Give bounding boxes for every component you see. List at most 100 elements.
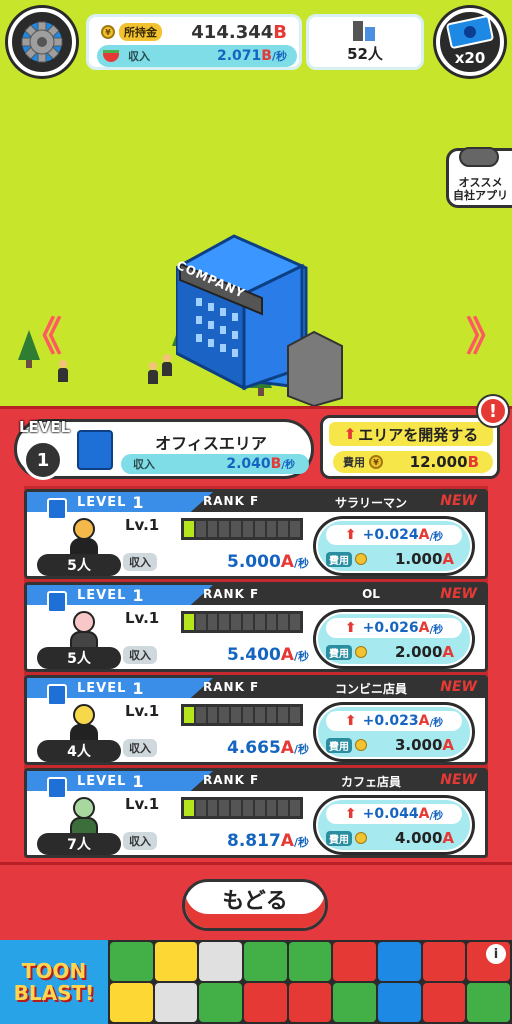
top-bar: ¥ 所持金 414.344B 収入 2.071B/秒 52人 x20	[0, 0, 512, 82]
job-name: サラリーマン	[334, 496, 407, 510]
next-area-arrow[interactable]: 》	[466, 304, 506, 362]
arrow-up-icon: ⬆	[343, 425, 357, 443]
building-people-icon	[353, 20, 377, 41]
ticket-icon	[445, 14, 495, 50]
area-header: LEVEL 1 オフィスエリア 収入 2.040B/秒 ⬆ エリアを開発する 費用…	[0, 406, 512, 486]
arrow-up-icon: ⬆	[344, 527, 357, 543]
pedestrian-icon	[162, 354, 172, 376]
job-list-inner[interactable]: LEVEL 1 RANK F サラリーマン NEW 5人 Lv.1 収入 5.000A/秒 ⬆ +0…	[24, 486, 488, 858]
upgrade-cost: 費用 2.000A	[326, 642, 462, 662]
building-cube-icon	[47, 777, 67, 799]
yen-coin-icon	[355, 832, 367, 844]
job-header: LEVEL 1 RANK F OL NEW	[27, 585, 485, 605]
progress-segment	[290, 521, 300, 537]
progress-segment	[231, 707, 241, 723]
money-panel: ¥ 所持金 414.344B 収入 2.071B/秒	[86, 14, 302, 70]
job-rank: RANK F	[203, 773, 260, 787]
job-rank: RANK F	[203, 494, 260, 508]
develop-cost: 費用 ¥ 12.000B	[333, 451, 493, 473]
progress-segment	[254, 800, 265, 816]
job-card[interactable]: LEVEL 1 RANK F コンビニ店員 NEW 4人 Lv.1 収入 4.665A/秒 ⬆ +0…	[24, 675, 488, 765]
ticket-button[interactable]: x20	[436, 8, 504, 76]
job-list[interactable]: LEVEL 1 RANK F サラリーマン NEW 5人 Lv.1 収入 5.000A/秒 ⬆ +0…	[0, 486, 512, 862]
job-card[interactable]: LEVEL 1 RANK F OL NEW 5人 Lv.1 収入 5.400A/秒 ⬆ +0.026…	[24, 582, 488, 672]
job-income: 収入 8.817A/秒	[123, 829, 309, 853]
progress-segment	[254, 614, 265, 630]
develop-cost-label: 費用	[343, 456, 365, 469]
new-badge: NEW	[440, 586, 477, 602]
level-progress-bar	[181, 611, 303, 633]
staff-count: 7人	[37, 833, 121, 855]
progress-segment	[242, 614, 253, 630]
job-income-value: 4.665A/秒	[227, 738, 309, 758]
job-lv: Lv.1	[125, 795, 160, 813]
progress-segment	[231, 800, 241, 816]
pot-icon	[103, 50, 119, 62]
level-number: 1	[23, 440, 63, 480]
recommended-apps-button[interactable]: オススメ 自社アプリ	[446, 147, 512, 208]
arrow-up-icon: ⬆	[344, 620, 357, 636]
staff-count: 4人	[37, 740, 121, 762]
new-badge: NEW	[440, 679, 477, 695]
area-income: 収入 2.040B/秒	[121, 454, 309, 474]
upgrade-cost: 費用 1.000A	[326, 549, 462, 569]
city-view[interactable]: COMPANY 《 》 ¥ 所持金 414.344B 収入 2.071B/秒 5…	[0, 0, 512, 412]
job-name: コンビニ店員	[334, 682, 407, 696]
progress-segment	[242, 521, 253, 537]
income-row: 収入 2.071B/秒	[97, 45, 297, 67]
staff-panel[interactable]: 52人	[306, 14, 424, 70]
progress-segment	[207, 800, 218, 816]
progress-segment	[278, 707, 289, 723]
staff-count: 5人	[37, 554, 121, 576]
job-income-label: 収入	[123, 832, 157, 850]
ad-logo: TOON BLAST!	[0, 940, 108, 1024]
upgrade-gain: ⬆ +0.026 A/秒	[326, 618, 462, 638]
progress-segment	[184, 707, 194, 723]
area-info: LEVEL 1 オフィスエリア 収入 2.040B/秒	[14, 418, 314, 480]
progress-segment	[266, 614, 277, 630]
upgrade-cost-label: 費用	[326, 644, 352, 660]
level-progress-bar	[181, 797, 303, 819]
progress-segment	[266, 521, 277, 537]
upgrade-cost-value: 2.000A	[394, 643, 454, 661]
ad-banner[interactable]: TOON BLAST! i	[0, 940, 512, 1024]
job-card[interactable]: LEVEL 1 RANK F カフェ店員 NEW 7人 Lv.1 収入 8.817A/秒 ⬆ +0.…	[24, 768, 488, 858]
job-income-value: 8.817A/秒	[227, 831, 309, 851]
develop-area-button[interactable]: ⬆ エリアを開発する 費用 ¥ 12.000B	[320, 415, 500, 479]
progress-segment	[290, 707, 300, 723]
progress-segment	[219, 614, 230, 630]
gamepad-icon	[459, 147, 499, 167]
job-name: OL	[362, 587, 380, 601]
back-button[interactable]: もどる	[182, 879, 328, 931]
recommended-apps-label-2: 自社アプリ	[453, 189, 508, 202]
upgrade-button[interactable]: ⬆ +0.044 A/秒 費用 4.000A	[313, 795, 475, 855]
upgrade-button[interactable]: ⬆ +0.023 A/秒費用 3.000A	[313, 702, 475, 762]
progress-segment	[219, 707, 230, 723]
job-header: LEVEL 1 RANK F カフェ店員 NEW	[27, 771, 485, 791]
upgrade-cost-label: 費用	[326, 737, 352, 753]
area-income-value: 2.040B/秒	[226, 456, 295, 472]
progress-segment	[184, 521, 194, 537]
job-card[interactable]: LEVEL 1 RANK F サラリーマン NEW 5人 Lv.1 収入 5.000A/秒 ⬆ +0…	[24, 489, 488, 579]
company-building[interactable]	[176, 228, 346, 408]
upgrade-cost-value: 3.000A	[394, 736, 454, 754]
progress-segment	[254, 521, 265, 537]
pedestrian-icon	[58, 360, 68, 382]
level-progress-bar	[181, 704, 303, 726]
ad-info-icon[interactable]: i	[486, 944, 506, 964]
settings-button[interactable]	[8, 8, 76, 76]
progress-segment	[195, 614, 206, 630]
progress-segment	[195, 800, 206, 816]
develop-cost-value: 12.000B	[409, 453, 479, 471]
yen-coin-icon	[355, 646, 367, 658]
progress-segment	[278, 521, 289, 537]
upgrade-button[interactable]: ⬆ +0.024 A/秒 費用 1.000A	[313, 516, 475, 576]
upgrade-cost: 費用 4.000A	[326, 828, 462, 848]
upgrade-gain: ⬆ +0.023 A/秒	[326, 711, 462, 731]
job-header: LEVEL 1 RANK F コンビニ店員 NEW	[27, 678, 485, 698]
upgrade-button[interactable]: ⬆ +0.026 A/秒費用 2.000A	[313, 609, 475, 669]
prev-area-arrow[interactable]: 《	[22, 304, 62, 362]
yen-coin-icon	[355, 553, 367, 565]
upgrade-cost: 費用 3.000A	[326, 735, 462, 755]
building-cube-icon	[47, 591, 67, 613]
